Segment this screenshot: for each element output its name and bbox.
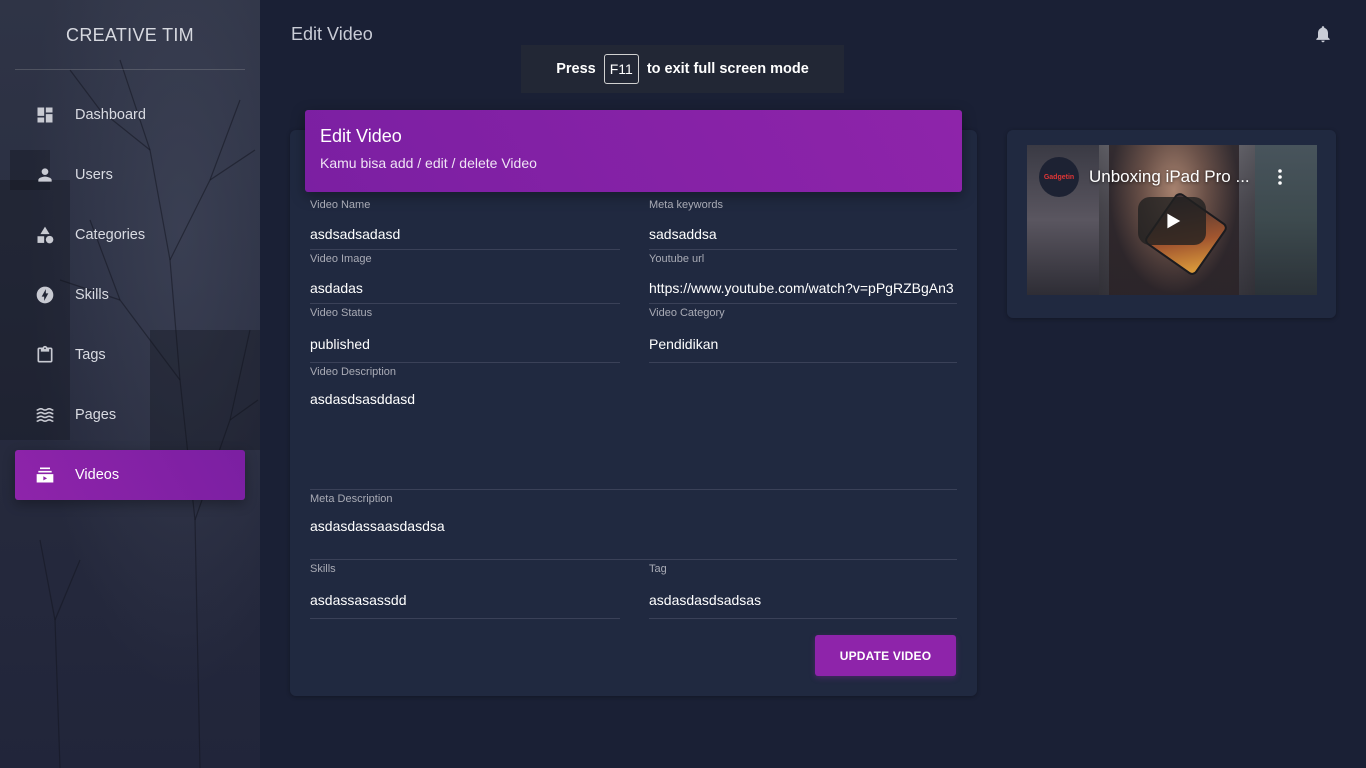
video-name-input[interactable]: asdsadsadasd <box>310 226 620 242</box>
video-image-label: Video Image <box>310 253 372 265</box>
skills-field[interactable]: Skills asdassasassdd <box>310 563 620 619</box>
play-icon <box>1167 213 1181 229</box>
update-video-button[interactable]: UPDATE VIDEO <box>815 635 956 676</box>
category-icon <box>35 225 55 245</box>
sidebar-item-dashboard[interactable]: Dashboard <box>15 90 245 140</box>
video-category-field[interactable]: Video Category Pendidikan <box>649 307 957 363</box>
youtube-embed[interactable]: Gadgetin Unboxing iPad Pro ... <box>1027 145 1317 295</box>
video-title[interactable]: Unboxing iPad Pro ... <box>1089 167 1269 187</box>
sidebar: CREATIVE TIM Dashboard Users Categories … <box>0 0 260 768</box>
meta-keywords-input[interactable]: sadsaddsa <box>649 226 957 242</box>
meta-keywords-field[interactable]: Meta keywords sadsaddsa <box>649 199 957 250</box>
video-name-label: Video Name <box>310 199 371 211</box>
video-image-input[interactable]: asdadas <box>310 280 620 296</box>
video-description-label: Video Description <box>310 366 397 378</box>
bolt-icon <box>35 285 55 305</box>
video-status-label: Video Status <box>310 307 373 319</box>
sidebar-nav: Dashboard Users Categories Skills Tags P… <box>15 90 245 510</box>
card-header: Edit Video Kamu bisa add / edit / delete… <box>305 110 962 192</box>
youtube-url-input[interactable]: https://www.youtube.com/watch?v=pPgRZBgA… <box>649 280 957 296</box>
video-status-select[interactable]: published <box>310 336 620 352</box>
person-icon <box>35 165 55 185</box>
play-button[interactable] <box>1138 197 1206 245</box>
bell-icon <box>1316 26 1330 43</box>
sidebar-item-label: Categories <box>75 227 146 243</box>
sidebar-item-label: Dashboard <box>75 107 146 123</box>
sidebar-item-videos[interactable]: Videos <box>15 450 245 500</box>
brand-logo[interactable]: CREATIVE TIM <box>0 0 260 70</box>
video-category-label: Video Category <box>649 307 725 319</box>
sidebar-item-label: Pages <box>75 407 117 423</box>
brand-divider <box>15 69 245 70</box>
fullscreen-notice-message: to exit full screen mode <box>646 61 809 77</box>
sidebar-item-categories[interactable]: Categories <box>15 210 245 260</box>
sidebar-item-label: Skills <box>75 287 109 303</box>
waves-icon <box>35 405 55 425</box>
channel-avatar[interactable]: Gadgetin <box>1039 157 1079 197</box>
youtube-url-field[interactable]: Youtube url https://www.youtube.com/watc… <box>649 253 957 304</box>
video-status-field[interactable]: Video Status published <box>310 307 620 363</box>
tag-label: Tag <box>649 563 667 575</box>
dashboard-icon <box>35 105 55 125</box>
video-description-field[interactable]: Video Description asdasdsasddasd <box>310 366 957 490</box>
video-menu-button[interactable] <box>1275 167 1285 187</box>
skills-select[interactable]: asdassasassdd <box>310 592 620 608</box>
video-category-select[interactable]: Pendidikan <box>649 336 957 352</box>
skills-label: Skills <box>310 563 336 575</box>
video-name-field[interactable]: Video Name asdsadsadasd <box>310 199 620 250</box>
sidebar-item-pages[interactable]: Pages <box>15 390 245 440</box>
more-vert-icon <box>1278 169 1282 185</box>
sidebar-item-users[interactable]: Users <box>15 150 245 200</box>
fullscreen-notice-key: F11 <box>603 54 639 84</box>
meta-description-field[interactable]: Meta Description asdasdassaasdasdsa <box>310 493 957 560</box>
video-description-textarea[interactable]: asdasdsasddasd <box>310 391 957 407</box>
sidebar-item-label: Users <box>75 167 113 183</box>
youtube-url-label: Youtube url <box>649 253 705 265</box>
card-subtitle: Kamu bisa add / edit / delete Video <box>320 155 537 171</box>
sidebar-item-skills[interactable]: Skills <box>15 270 245 320</box>
clipboard-icon <box>35 345 55 365</box>
notifications-button[interactable] <box>1313 24 1333 44</box>
page-title: Edit Video <box>291 24 373 44</box>
meta-description-label: Meta Description <box>310 493 393 505</box>
card-title: Edit Video <box>320 126 402 146</box>
video-image-field[interactable]: Video Image asdadas <box>310 253 620 304</box>
meta-keywords-label: Meta keywords <box>649 199 723 211</box>
meta-description-textarea[interactable]: asdasdassaasdasdsa <box>310 518 957 534</box>
tag-field[interactable]: Tag asdasdasdsadsas <box>649 563 957 619</box>
sidebar-item-label: Tags <box>75 347 106 363</box>
fullscreen-notice: Press F11 to exit full screen mode <box>521 45 844 93</box>
video-library-icon <box>35 465 55 485</box>
sidebar-item-label: Videos <box>75 467 120 483</box>
tag-select[interactable]: asdasdasdsadsas <box>649 592 957 608</box>
sidebar-item-tags[interactable]: Tags <box>15 330 245 380</box>
fullscreen-notice-press: Press <box>556 61 596 77</box>
